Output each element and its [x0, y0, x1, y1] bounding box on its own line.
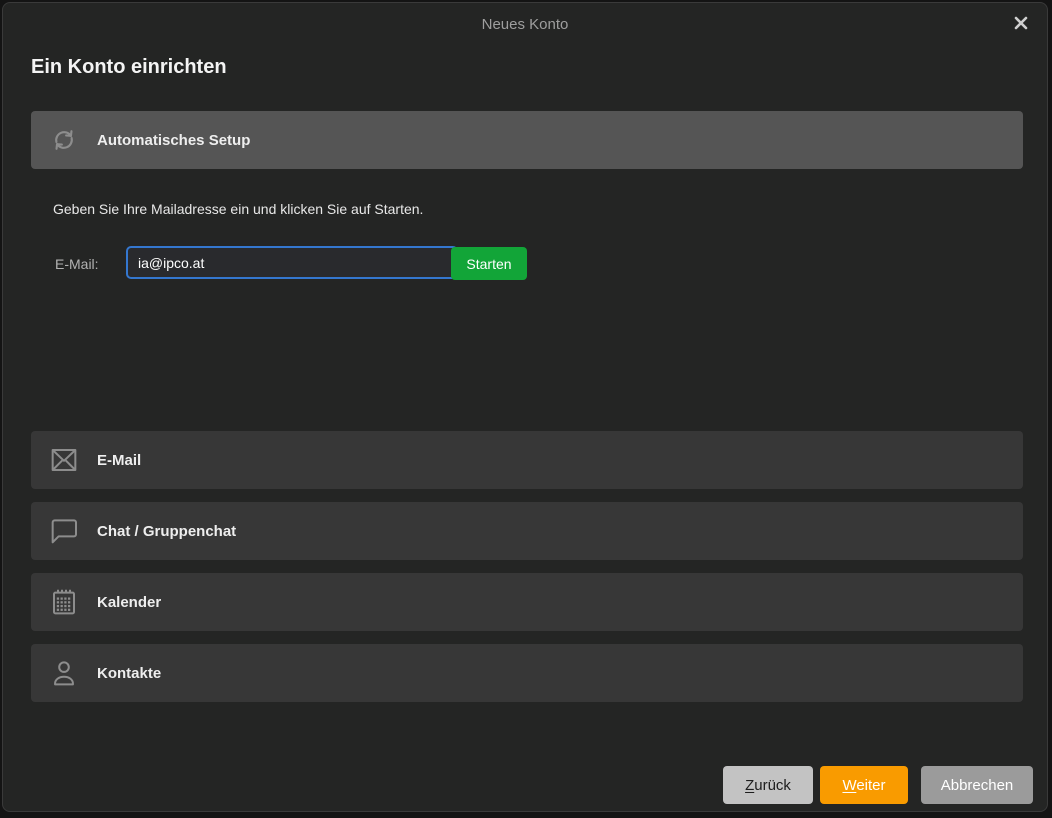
service-row-contacts[interactable]: Kontakte	[31, 644, 1023, 702]
auto-setup-row[interactable]: Automatisches Setup	[31, 111, 1023, 169]
auto-setup-label: Automatisches Setup	[97, 132, 250, 149]
person-icon	[47, 656, 81, 690]
email-input[interactable]	[126, 246, 458, 279]
service-row-calendar[interactable]: Kalender	[31, 573, 1023, 631]
service-label: Chat / Gruppenchat	[97, 523, 236, 540]
instruction-text: Geben Sie Ihre Mailadresse ein und klick…	[53, 201, 423, 217]
dialog-titlebar: Neues Konto	[3, 3, 1047, 47]
start-button[interactable]: Starten	[451, 247, 527, 280]
email-label: E-Mail:	[55, 256, 99, 272]
sync-icon	[47, 123, 81, 157]
new-account-dialog: Neues Konto Ein Konto einrichten Automat…	[2, 2, 1048, 812]
chat-bubble-icon	[47, 514, 81, 548]
service-label: Kalender	[97, 594, 161, 611]
cancel-button[interactable]: Abbrechen	[921, 766, 1033, 804]
dialog-title: Neues Konto	[482, 16, 569, 33]
envelope-icon	[47, 443, 81, 477]
close-icon[interactable]	[1010, 12, 1032, 34]
calendar-icon	[47, 585, 81, 619]
service-label: E-Mail	[97, 452, 141, 469]
back-button[interactable]: Zurück	[723, 766, 813, 804]
page-title: Ein Konto einrichten	[31, 56, 227, 79]
service-row-email[interactable]: E-Mail	[31, 431, 1023, 489]
next-button[interactable]: Weiter	[820, 766, 908, 804]
service-label: Kontakte	[97, 665, 161, 682]
service-row-chat[interactable]: Chat / Gruppenchat	[31, 502, 1023, 560]
